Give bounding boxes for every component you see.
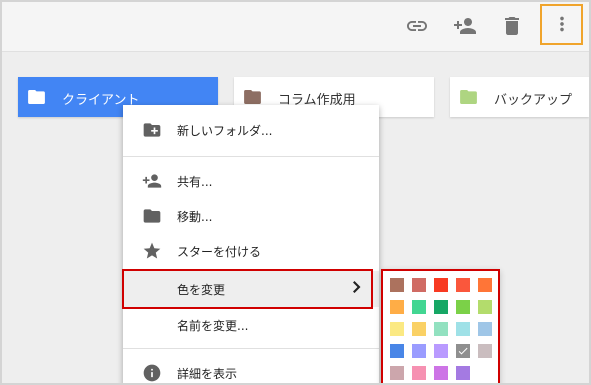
folder-item[interactable]: バックアップ <box>450 77 589 117</box>
color-swatch[interactable] <box>390 322 404 336</box>
color-swatch[interactable] <box>434 366 448 380</box>
more-vert-icon <box>560 16 564 32</box>
folder-icon <box>460 90 477 104</box>
color-swatch[interactable] <box>456 366 470 380</box>
menu-item-label: スターを付ける <box>177 245 262 259</box>
color-swatch[interactable] <box>434 322 448 336</box>
color-swatch[interactable] <box>390 344 404 358</box>
menu-item-share[interactable]: 共有... <box>123 164 379 198</box>
link-icon[interactable] <box>405 14 429 38</box>
color-palette <box>381 269 500 383</box>
color-swatch[interactable] <box>412 322 426 336</box>
color-swatch[interactable] <box>434 278 448 292</box>
menu-item-star[interactable]: スターを付ける <box>123 234 379 268</box>
person-add-icon <box>142 171 162 191</box>
menu-divider <box>123 156 379 157</box>
color-swatch[interactable] <box>390 278 404 292</box>
menu-item-view-details[interactable]: 詳細を表示 <box>123 356 379 383</box>
trash-icon[interactable] <box>500 14 524 38</box>
color-swatch[interactable] <box>456 344 470 358</box>
color-swatch[interactable] <box>412 278 426 292</box>
star-icon <box>142 241 162 261</box>
menu-item-label: 詳細を表示 <box>177 367 238 381</box>
toolbar <box>2 2 589 52</box>
menu-item-label: 共有... <box>177 175 213 189</box>
color-swatch[interactable] <box>478 322 492 336</box>
color-swatch[interactable] <box>434 344 448 358</box>
color-swatch[interactable] <box>456 300 470 314</box>
color-swatch[interactable] <box>478 344 492 358</box>
drive-window: クライアント コラム作成用 バックアップ 新しいフォルダ... 共有... 移動… <box>0 0 591 385</box>
color-swatch[interactable] <box>456 278 470 292</box>
info-icon <box>142 363 162 383</box>
folder-name: バックアップ <box>494 93 573 108</box>
menu-item-new-folder[interactable]: 新しいフォルダ... <box>123 113 379 147</box>
menu-divider <box>123 348 379 349</box>
color-swatch[interactable] <box>390 300 404 314</box>
highlight-box <box>122 269 373 309</box>
color-swatch[interactable] <box>434 300 448 314</box>
more-options-button[interactable] <box>540 4 583 45</box>
menu-item-label: 新しいフォルダ... <box>177 124 273 138</box>
menu-item-label: 移動... <box>177 210 213 224</box>
color-swatch[interactable] <box>412 344 426 358</box>
color-swatch[interactable] <box>478 278 492 292</box>
color-swatch[interactable] <box>390 366 404 380</box>
menu-item-move[interactable]: 移動... <box>123 199 379 233</box>
menu-item-rename[interactable]: 名前を変更... <box>123 308 379 342</box>
color-swatch[interactable] <box>412 366 426 380</box>
check-icon <box>458 347 468 355</box>
folder-icon <box>28 90 45 104</box>
folder-icon <box>244 90 261 104</box>
context-menu: 新しいフォルダ... 共有... 移動... スターを付ける 色を変更 名前を変… <box>123 105 379 383</box>
menu-item-label: 名前を変更... <box>177 319 249 333</box>
color-swatch[interactable] <box>412 300 426 314</box>
person-add-icon[interactable] <box>453 14 477 38</box>
color-swatch[interactable] <box>456 322 470 336</box>
folder-add-icon <box>142 120 162 140</box>
color-swatch[interactable] <box>478 300 492 314</box>
folder-icon <box>142 206 162 226</box>
